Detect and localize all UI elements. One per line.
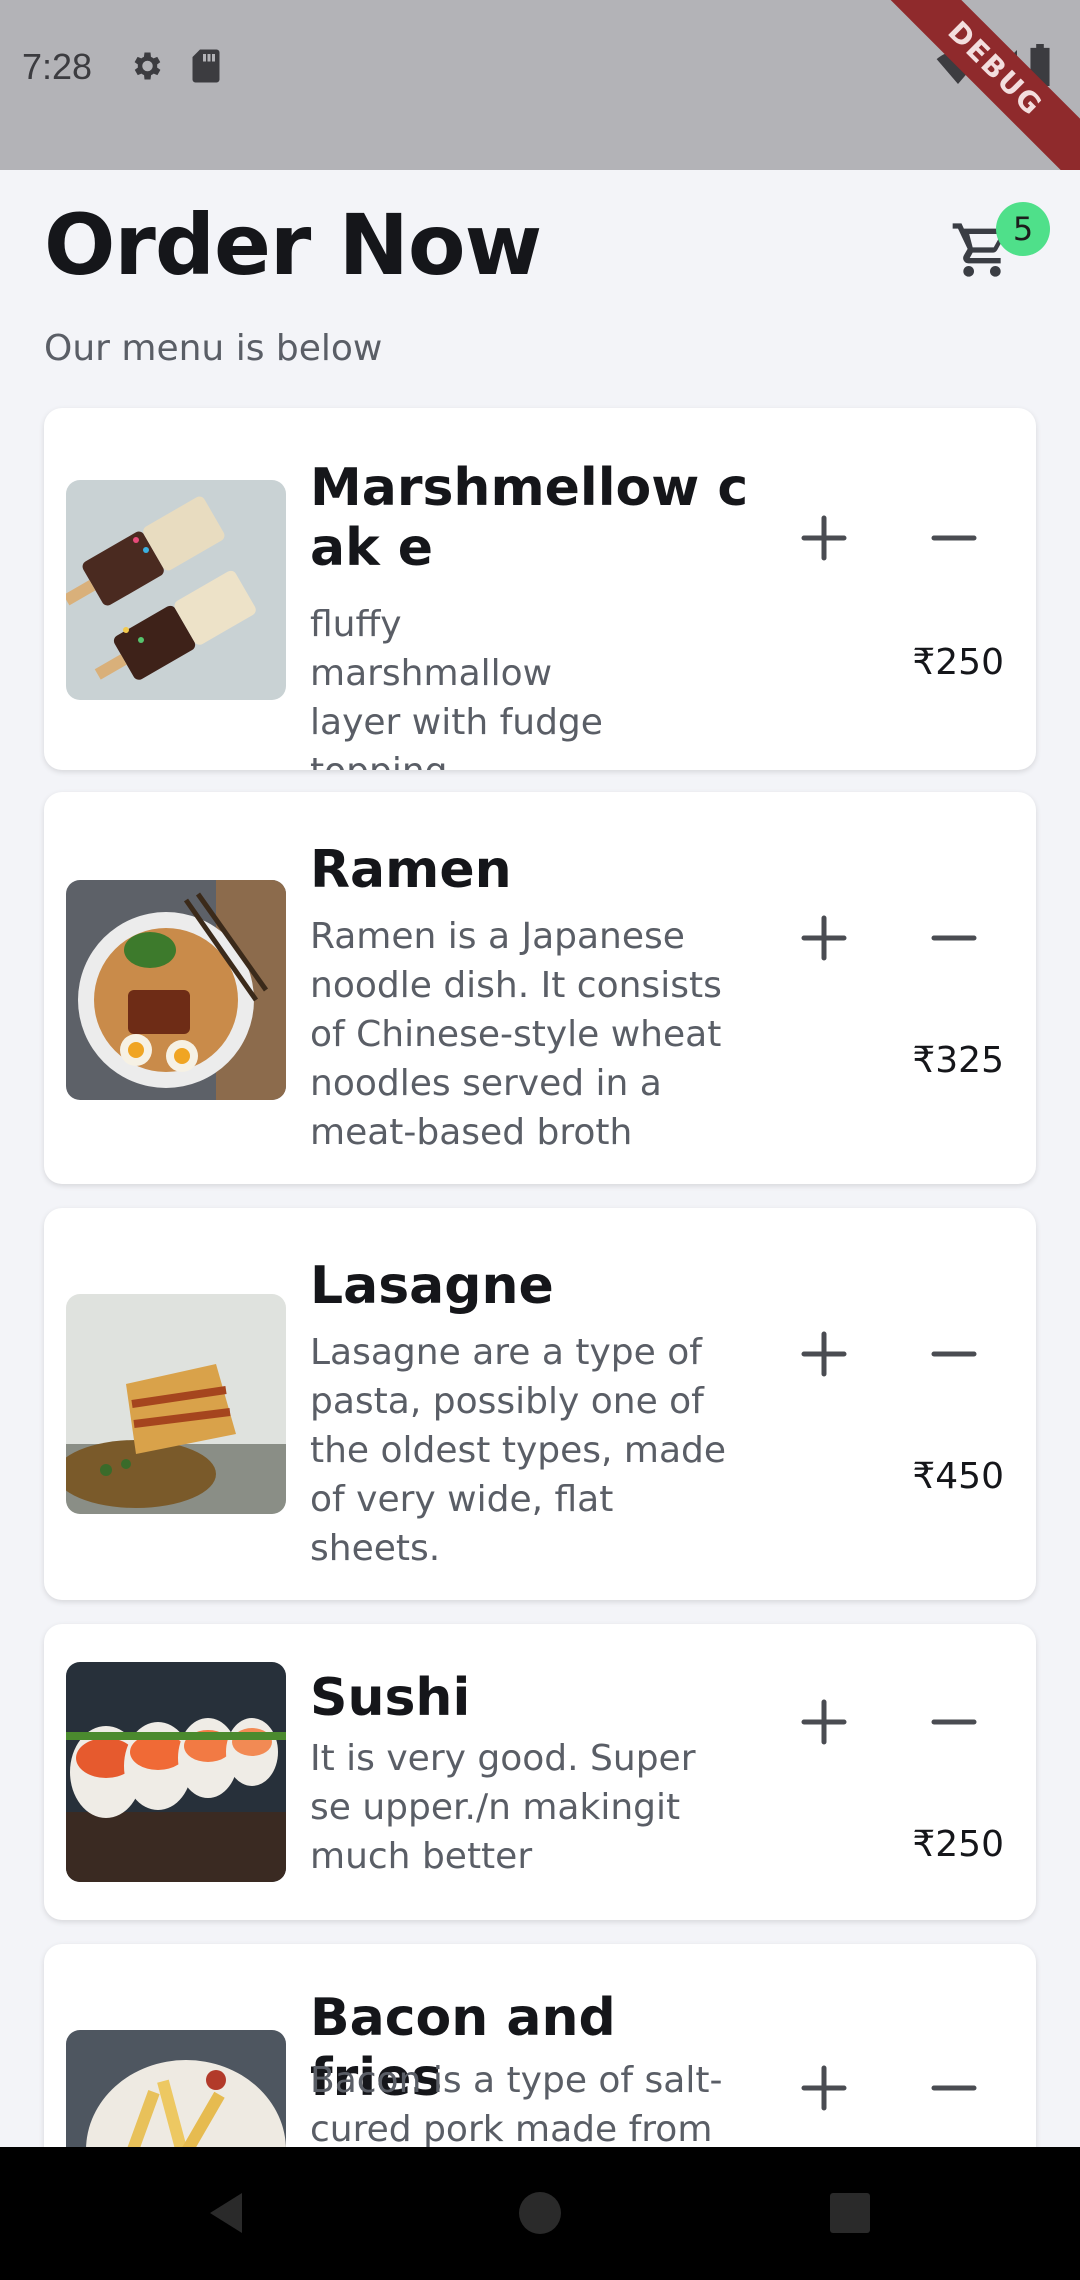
lasagne-image — [66, 1294, 286, 1514]
status-bar: 7:28 DEBUG — [0, 0, 1080, 170]
menu-item-card: Sushi It is very good. Super se upper./n… — [44, 1624, 1036, 1920]
item-price: ₹250 — [912, 642, 1004, 683]
minus-icon — [931, 2085, 977, 2091]
add-item-button[interactable] — [792, 2056, 856, 2120]
plus-icon — [801, 1699, 847, 1745]
add-item-button[interactable] — [792, 1690, 856, 1754]
back-button[interactable] — [196, 2183, 256, 2243]
home-button[interactable] — [510, 2183, 570, 2243]
item-price: ₹325 — [912, 1040, 1004, 1081]
item-price: ₹450 — [912, 1456, 1004, 1497]
minus-icon — [931, 535, 977, 541]
item-name: Lasagne — [310, 1256, 554, 1316]
ramen-image — [66, 880, 286, 1100]
minus-icon — [931, 935, 977, 941]
cart-count-badge: 5 — [996, 202, 1050, 256]
remove-item-button[interactable] — [922, 506, 986, 570]
plus-icon — [801, 915, 847, 961]
plus-icon — [801, 1331, 847, 1377]
system-navigation-bar — [0, 2147, 1080, 2280]
remove-item-button[interactable] — [922, 1690, 986, 1754]
menu-item-card: Marshmellow cak e fluffy marshmallow lay… — [44, 408, 1036, 770]
item-description: Bacon is a type of salt-cured pork made … — [310, 2060, 723, 2150]
sd-card-icon — [190, 48, 222, 88]
plus-icon — [801, 515, 847, 561]
item-description: Ramen is a Japanese noodle dish. It cons… — [310, 916, 722, 1153]
item-description: Lasagne are a type of pasta, possibly on… — [310, 1332, 727, 1569]
item-price: ₹250 — [912, 1824, 1004, 1865]
status-time: 7:28 — [22, 46, 93, 87]
item-name: Ramen — [310, 840, 512, 900]
recents-square-icon — [830, 2193, 870, 2233]
add-item-button[interactable] — [792, 906, 856, 970]
sushi-image — [66, 1662, 286, 1882]
item-description: fluffy marshmallow layer with fudge topp… — [310, 604, 603, 770]
add-item-button[interactable] — [792, 1322, 856, 1386]
back-triangle-icon — [210, 2193, 242, 2233]
menu-item-card: Lasagne Lasagne are a type of pasta, pos… — [44, 1208, 1036, 1600]
remove-item-button[interactable] — [922, 2056, 986, 2120]
marshmallow-cake-image — [66, 480, 286, 700]
menu-item-card: Ramen Ramen is a Japanese noodle dish. I… — [44, 792, 1036, 1184]
add-item-button[interactable] — [792, 506, 856, 570]
settings-gear-icon — [128, 48, 164, 88]
home-circle-icon — [519, 2192, 561, 2234]
remove-item-button[interactable] — [922, 1322, 986, 1386]
item-description: It is very good. Super se upper./n makin… — [310, 1738, 696, 1877]
plus-icon — [801, 2065, 847, 2111]
page-title: Order Now — [44, 196, 542, 294]
minus-icon — [931, 1351, 977, 1357]
item-name: Sushi — [310, 1668, 471, 1728]
recents-button[interactable] — [820, 2183, 880, 2243]
remove-item-button[interactable] — [922, 906, 986, 970]
minus-icon — [931, 1719, 977, 1725]
page-subtitle: Our menu is below — [44, 328, 383, 369]
item-name: Marshmellow cak e — [310, 458, 749, 578]
